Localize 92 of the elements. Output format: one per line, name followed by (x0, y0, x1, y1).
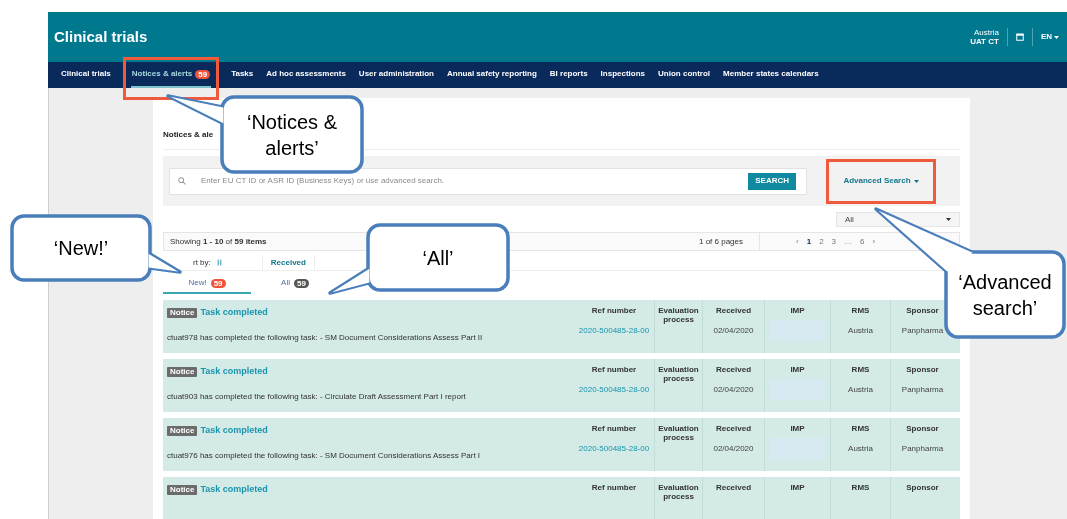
user-country: Austria (973, 28, 999, 37)
notice-message: ctuat976 has completed the following task: - SM Document Considerations Assess Part I (167, 449, 482, 462)
notice-tag: Notice (167, 484, 198, 495)
column-header: Received (714, 306, 753, 315)
language-dropdown[interactable]: EN (1040, 31, 1059, 43)
caret-icon (913, 179, 919, 183)
column-header: Sponsor (905, 306, 940, 315)
search-field[interactable]: Enter EU CT ID or ASR ID (Business Keys) or use advanced search. SEARCH (169, 167, 807, 195)
nav-tab[interactable]: User administration (357, 62, 435, 88)
nav-tab[interactable]: Tasks (230, 62, 255, 88)
notice-title[interactable]: Task completed (200, 306, 268, 320)
page-heading: Notices & ale (163, 130, 214, 139)
nav-tab[interactable]: Annual safety reporting (446, 62, 538, 88)
column-header: Received (714, 424, 753, 433)
nav-tab[interactable]: Ad hoc assessments (265, 62, 347, 88)
nav-tab[interactable]: Clinical trials (60, 62, 112, 88)
page-link[interactable]: ‹ (796, 235, 799, 248)
notice-title[interactable]: Task completed (200, 365, 268, 379)
user-role: UAT CT (970, 37, 999, 46)
sort-icon[interactable] (216, 259, 222, 266)
callout-text: ‘Notices & alerts’ (246, 109, 338, 161)
filter-tab[interactable]: New! 59 (163, 274, 251, 294)
count-badge: 59 (210, 278, 226, 288)
ref-number-link[interactable]: 2020-500485-28-00 (578, 384, 650, 396)
notice-message: ctuat978 has completed the following task: - SM Document Considerations Assess Part II (167, 331, 484, 344)
app-title: Clinical trials (54, 26, 148, 47)
column-header: Evaluation process (657, 306, 700, 324)
notice-card[interactable] (163, 359, 960, 412)
callout-text: ‘Advanced search’ (957, 269, 1053, 321)
column-header: Ref number (591, 424, 637, 433)
nav-tab[interactable]: Union control (657, 62, 712, 88)
notice-tag: Notice (167, 366, 198, 377)
column-header: Ref number (591, 306, 637, 315)
notice-card[interactable] (163, 418, 960, 471)
notice-tag: Notice (167, 425, 198, 436)
column-header: Ref number (591, 365, 637, 374)
column-header: Ref number (591, 483, 637, 492)
ref-number-link[interactable]: 2020-500485-28-00 (578, 443, 650, 455)
cell-value: 02/04/2020 (713, 325, 754, 337)
column-header: Sponsor (905, 424, 940, 433)
count-badge: 59 (195, 69, 211, 79)
column-header: IMP (789, 483, 806, 492)
search-button[interactable]: SEARCH (748, 172, 796, 190)
nav-tab[interactable]: Member states calendars (722, 62, 820, 88)
cell-value: Panpharma (901, 443, 944, 455)
count-badge: 59 (294, 278, 309, 288)
column-header: Evaluation process (657, 365, 700, 383)
column-header: RMS (850, 424, 871, 433)
cell-value: 02/04/2020 (713, 384, 754, 396)
advanced-search-button[interactable]: Advanced Search (843, 175, 919, 187)
column-header: RMS (850, 306, 871, 315)
cell-value: Austria (848, 443, 873, 455)
callout-text: ‘All’ (421, 245, 455, 271)
page-link[interactable]: 2 (819, 235, 824, 248)
page-link[interactable]: 1 (806, 235, 812, 248)
column-header: IMP (789, 306, 806, 315)
caret-icon (946, 218, 951, 221)
column-header: Sponsor (905, 483, 940, 492)
nav-tab[interactable]: Inspections (599, 62, 647, 88)
callout-text: ‘New!’ (52, 236, 110, 261)
column-header: Received (714, 483, 753, 492)
sort-label: rt by: (193, 256, 211, 269)
cell-value: 02/04/2020 (713, 443, 754, 455)
nav-tab[interactable]: BI reports (548, 62, 589, 88)
column-header: RMS (850, 483, 871, 492)
column-header: IMP (789, 424, 806, 433)
page-link[interactable]: 6 (860, 235, 865, 248)
ref-number-link[interactable]: 2020-500485-28-00 (578, 325, 650, 337)
cell-value: Panpharma (901, 384, 944, 396)
notice-card[interactable] (163, 300, 960, 353)
cell-value: Austria (848, 384, 873, 396)
sort-field[interactable]: Received (261, 255, 315, 270)
cell-value: Panpharma (901, 325, 944, 337)
search-icon (178, 177, 186, 185)
notice-card[interactable]: Notice Task completed Ref number Evaluation process Received IMP RMS Sponsor (163, 477, 960, 519)
cell-value: Austria (848, 325, 873, 337)
notice-tag: Notice (167, 307, 198, 318)
page-count: 1 of 6 pages (698, 235, 743, 248)
column-header: Sponsor (905, 365, 940, 374)
caret-icon (1054, 35, 1059, 39)
results-summary: Showing 1 - 10 of 59 items (170, 235, 267, 248)
column-header: Received (714, 365, 753, 374)
column-header: Evaluation process (657, 483, 700, 501)
notice-message: ctuat903 has completed the following task: - Circulate Draft Assessment Part I report (167, 390, 467, 403)
notice-title[interactable]: Task completed (200, 483, 268, 497)
page-link[interactable]: 3 (831, 235, 837, 248)
column-header: IMP (789, 365, 806, 374)
column-header: RMS (850, 365, 871, 374)
page-link[interactable]: … (844, 235, 853, 248)
column-header: Evaluation process (657, 424, 700, 442)
notice-title[interactable]: Task completed (200, 424, 268, 438)
calendar-icon[interactable] (1015, 33, 1024, 41)
